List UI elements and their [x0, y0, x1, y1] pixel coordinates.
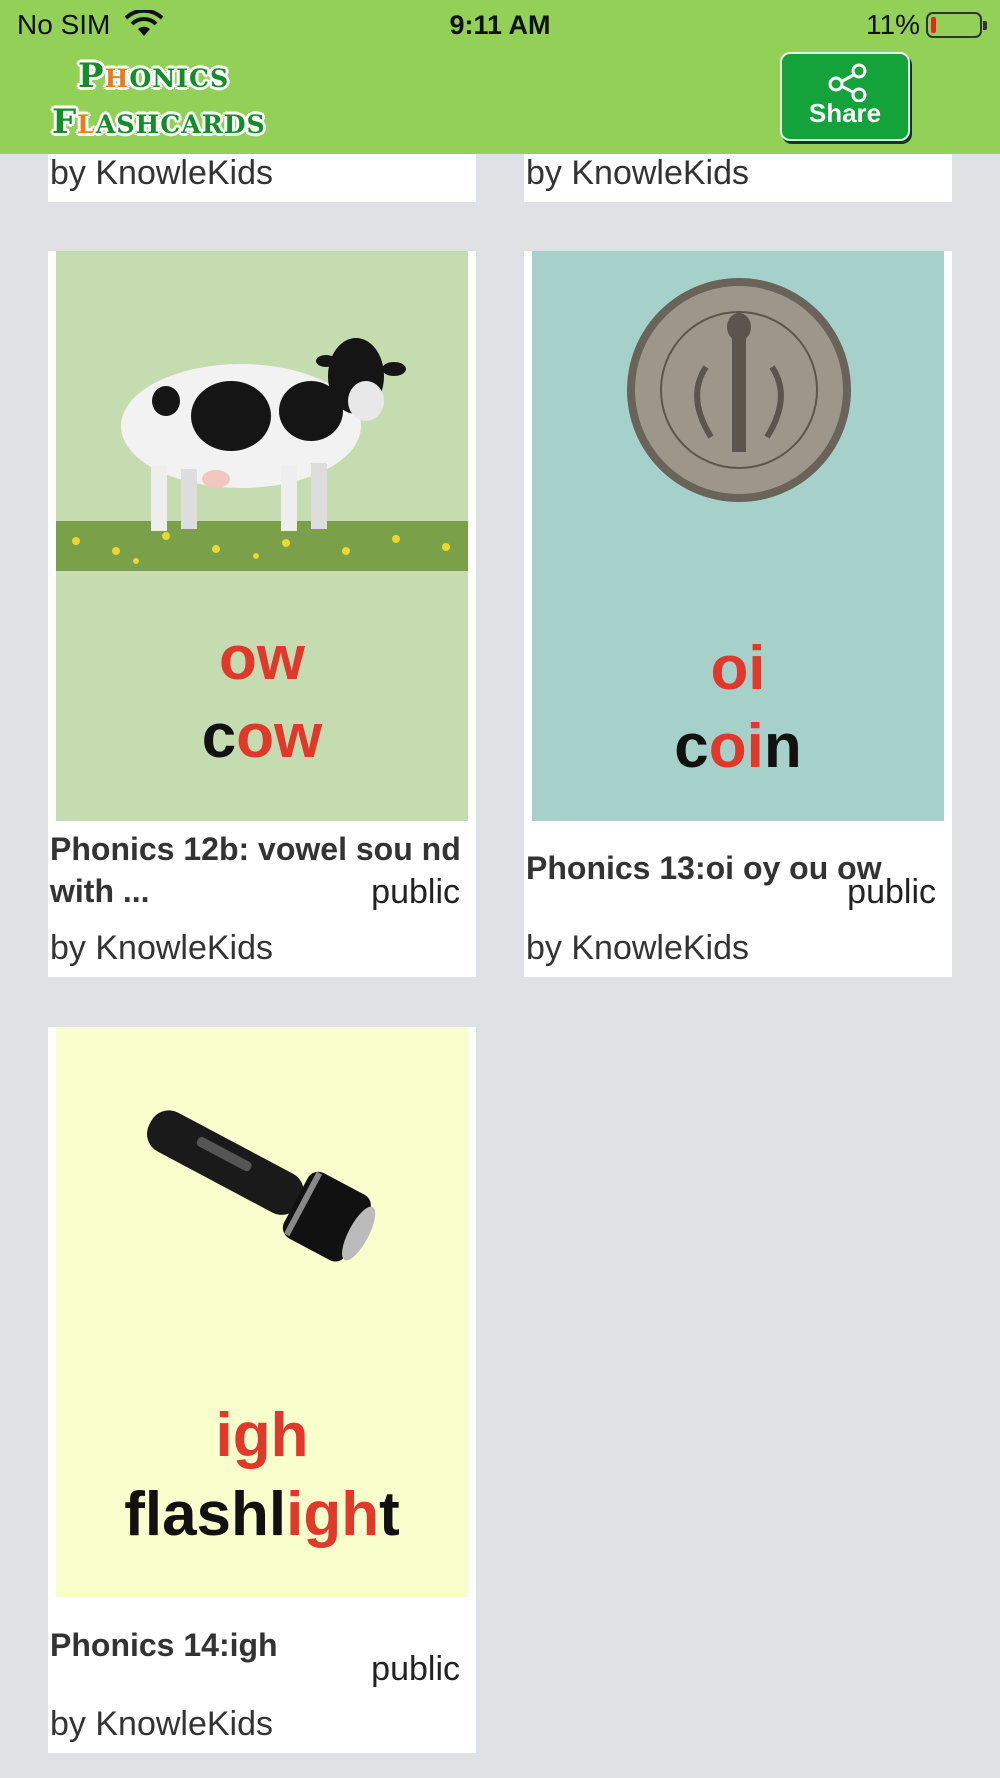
- dime-coin-photo: [626, 277, 852, 503]
- visibility-label: public: [847, 873, 936, 911]
- card-thumbnail[interactable]: oi coin: [532, 251, 944, 821]
- share-icon: [828, 63, 867, 102]
- share-button[interactable]: Share: [780, 52, 910, 141]
- example-word: coin: [674, 712, 802, 781]
- card-author: by KnowleKids: [50, 154, 274, 192]
- cow-photo: [56, 251, 468, 571]
- partial-card-left[interactable]: by KnowleKids: [48, 154, 476, 202]
- example-word: cow: [201, 702, 323, 771]
- app-logo: PHONICS FLASHCARDS: [52, 56, 266, 142]
- example-word: flashlight: [124, 1480, 400, 1549]
- phonics-sound: igh: [215, 1401, 309, 1470]
- phonics-sound: oi: [710, 634, 766, 703]
- card-author: by KnowleKids: [526, 154, 750, 192]
- share-label: Share: [808, 98, 882, 128]
- battery-percent: 11%: [866, 9, 920, 40]
- card-author: by KnowleKids: [526, 929, 750, 967]
- battery-icon: [926, 12, 987, 38]
- card-thumbnail[interactable]: ow cow: [56, 251, 468, 821]
- partial-card-right[interactable]: by KnowleKids: [524, 154, 952, 202]
- card-author: by KnowleKids: [50, 1705, 274, 1743]
- flashlight-photo: [126, 1087, 406, 1277]
- card-thumbnail[interactable]: igh flashlight: [56, 1027, 468, 1597]
- visibility-label: public: [371, 873, 460, 911]
- deck-card-phonics-12b[interactable]: ow cow Phonics 12b: vowel sou nd with ..…: [48, 251, 476, 977]
- visibility-label: public: [371, 1650, 460, 1688]
- phonics-sound: ow: [218, 624, 306, 693]
- status-time: 9:11 AM: [449, 10, 551, 40]
- deck-card-phonics-14[interactable]: igh flashlight Phonics 14:igh public by …: [48, 1027, 476, 1753]
- card-author: by KnowleKids: [50, 929, 274, 967]
- deck-card-phonics-13[interactable]: oi coin Phonics 13:oi oy ou ow public by…: [524, 251, 952, 977]
- app-header: No SIM 9:11 AM 11% PHONICS FLASHCARDS Sh…: [0, 0, 1000, 154]
